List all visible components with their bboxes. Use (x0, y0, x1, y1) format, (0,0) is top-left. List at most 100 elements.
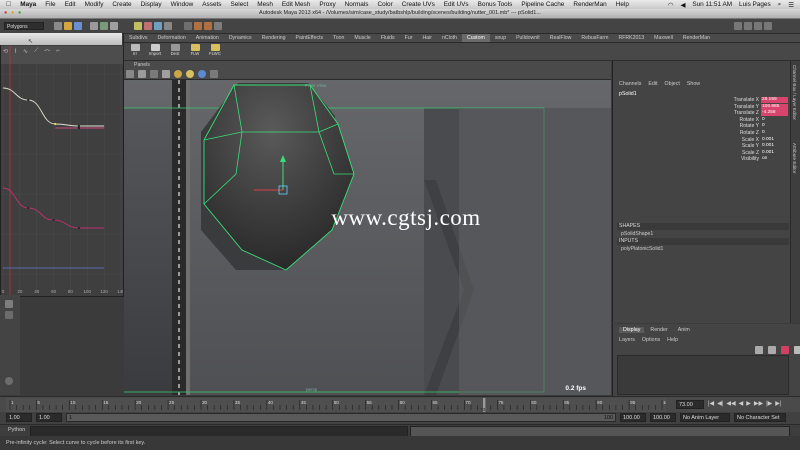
new-layer-selected-icon[interactable] (794, 346, 800, 354)
shelf-tab-renderman[interactable]: RenderMan (678, 34, 715, 42)
render-settings-icon[interactable] (214, 22, 222, 30)
show-channel-box-icon[interactable] (754, 22, 762, 30)
attribute-value[interactable]: -4.258 (761, 110, 788, 117)
shelf-tab-ncloth[interactable]: nCloth (437, 34, 462, 42)
graph-editor-header[interactable]: ↖ ⟲ ⌇ ∿ ⟋ ⌒ ⌐ (0, 33, 122, 57)
menu-bonus-tools[interactable]: Bonus Tools (478, 1, 513, 8)
current-time-field[interactable]: 73.00 (676, 400, 704, 409)
attribute-value[interactable]: 28.159 (761, 97, 788, 103)
user-name[interactable]: Luis Pages (739, 1, 771, 8)
layer-tab-anim[interactable]: Anim (674, 327, 694, 333)
shelf-tab-painteffects[interactable]: PaintEffects (291, 34, 329, 42)
attribute-value[interactable]: 106.885 (761, 103, 788, 110)
attribute-value[interactable]: 0 (761, 130, 788, 136)
menu-select[interactable]: Select (230, 1, 248, 8)
keyframe-point[interactable] (54, 122, 57, 126)
tangent-linear-icon[interactable]: ⟋ (34, 48, 38, 57)
shelf-tab-rendering[interactable]: Rendering (257, 34, 291, 42)
snap-curve-icon[interactable] (144, 22, 152, 30)
attribute-label[interactable]: Rotate Y (703, 123, 759, 129)
menu-assets[interactable]: Assets (202, 1, 221, 8)
shelf-tab-rebusfarm[interactable]: RebusFarm (576, 34, 613, 42)
select-component-icon[interactable] (110, 22, 118, 30)
attribute-label[interactable]: Scale Z (703, 150, 759, 156)
input-node[interactable]: polyPlatonicSolid1 (621, 246, 663, 252)
channel-menu-channels[interactable]: Channels (619, 81, 641, 87)
menu-renderman[interactable]: RenderMan (573, 1, 606, 8)
playback-end-field[interactable]: 100.00 (620, 413, 646, 422)
attribute-label[interactable]: Scale X (703, 137, 759, 143)
menu-mesh[interactable]: Mesh (257, 1, 273, 8)
shelf-button-irr[interactable]: Irr (128, 44, 142, 56)
mode-select[interactable]: Polygons (4, 22, 44, 30)
object-name[interactable]: pSolid1 (619, 91, 637, 97)
layer-menu-help[interactable]: Help (667, 337, 678, 343)
search-icon[interactable]: ⌕ (778, 1, 782, 9)
attribute-label[interactable]: Visibility (703, 156, 759, 162)
shelf-button-import[interactable]: Import (148, 44, 162, 56)
shelf-tab-maxwell[interactable]: Maxwell (649, 34, 678, 42)
channel-menu-show[interactable]: Show (687, 81, 700, 87)
shelf-button-flw[interactable]: FLW (188, 44, 202, 56)
menu-edit[interactable]: Edit (65, 1, 76, 8)
menu-window[interactable]: Window (171, 1, 194, 8)
close-button[interactable]: ● (4, 9, 7, 18)
attribute-value[interactable]: 0.001 (761, 143, 788, 149)
render-icon[interactable] (194, 22, 202, 30)
keyframe-point[interactable] (77, 226, 80, 230)
move-layer-down-icon[interactable] (768, 346, 776, 354)
show-layer-editor-icon[interactable] (764, 22, 772, 30)
camera-icon[interactable] (126, 70, 134, 78)
step-back-icon[interactable]: ◀| (717, 400, 723, 407)
volume-icon[interactable]: ◀ (680, 1, 685, 9)
keyframe-point[interactable] (52, 218, 55, 222)
channel-box-side-tab[interactable]: Channel Box / Layer Editor (792, 65, 797, 120)
layer-tab-render[interactable]: Render (646, 327, 671, 333)
isolate-icon[interactable] (210, 70, 218, 78)
tangent-flat-icon[interactable]: ⌒ (44, 48, 50, 57)
app-menu[interactable]: Maya (20, 1, 36, 8)
perspective-viewport[interactable]: Front View persp 0.2 fps (124, 80, 611, 395)
menu-normals[interactable]: Normals (345, 1, 369, 8)
step-key-back-icon[interactable]: ◀◀ (726, 400, 735, 407)
shelf-tab-subdivs[interactable]: Subdivs (124, 34, 152, 42)
shelf-tab-custom[interactable]: Custom (461, 34, 490, 42)
select-object-icon[interactable] (100, 22, 108, 30)
play-forward-icon[interactable]: ▶ (746, 400, 751, 407)
shelf-tab-hair[interactable]: Hair (417, 34, 437, 42)
menu-display[interactable]: Display (141, 1, 162, 8)
shelf-button-dest[interactable]: Dest (168, 44, 182, 56)
attribute-label[interactable]: Translate Z (703, 110, 759, 116)
keyframe-point[interactable] (27, 206, 30, 210)
graph-editor-arrow-icon[interactable]: ↖ (28, 38, 33, 45)
menu-create[interactable]: Create (112, 1, 131, 8)
attribute-editor-side-tab[interactable]: Attribute Editor (792, 143, 797, 173)
history-icon[interactable] (184, 22, 192, 30)
shelf-tab-soup[interactable]: soup (490, 34, 511, 42)
minimize-button[interactable]: ● (11, 9, 14, 18)
attribute-value[interactable]: 0.001 (761, 137, 788, 143)
clock[interactable]: Sun 11:51 AM (692, 1, 732, 8)
step-key-forward-icon[interactable]: ▶▶ (754, 400, 763, 407)
wireframe-icon[interactable] (150, 70, 158, 78)
time-slider[interactable]: 1510152025303540455055606570758085909510… (0, 396, 800, 413)
save-scene-icon[interactable] (74, 22, 82, 30)
shelf-tab-pulldownlt[interactable]: Pulldownlt (511, 34, 545, 42)
shelf-tab-muscle[interactable]: Muscle (349, 34, 375, 42)
menu-file[interactable]: File (45, 1, 55, 8)
step-forward-icon[interactable]: |▶ (766, 400, 772, 407)
menu-edit-uvs[interactable]: Edit UVs (444, 1, 469, 8)
shelf-tab-rfrk2013[interactable]: RFRK2013 (613, 34, 649, 42)
shelf-tab-dynamics[interactable]: Dynamics (224, 34, 257, 42)
shelf-tab-fluids[interactable]: Fluids (376, 34, 400, 42)
go-to-start-icon[interactable]: |◀ (708, 400, 714, 407)
shelf-tab-deformation[interactable]: Deformation (152, 34, 190, 42)
playback-start-field[interactable]: 1.00 (36, 413, 62, 422)
snap-grid-icon[interactable] (134, 22, 142, 30)
open-scene-icon[interactable] (64, 22, 72, 30)
shelf-tab-realflow[interactable]: RealFlow (545, 34, 577, 42)
menu-help[interactable]: Help (616, 1, 629, 8)
select-hierarchy-icon[interactable] (90, 22, 98, 30)
layer-tab-display[interactable]: Display (619, 327, 645, 333)
menu-pipeline-cache[interactable]: Pipeline Cache (521, 1, 564, 8)
